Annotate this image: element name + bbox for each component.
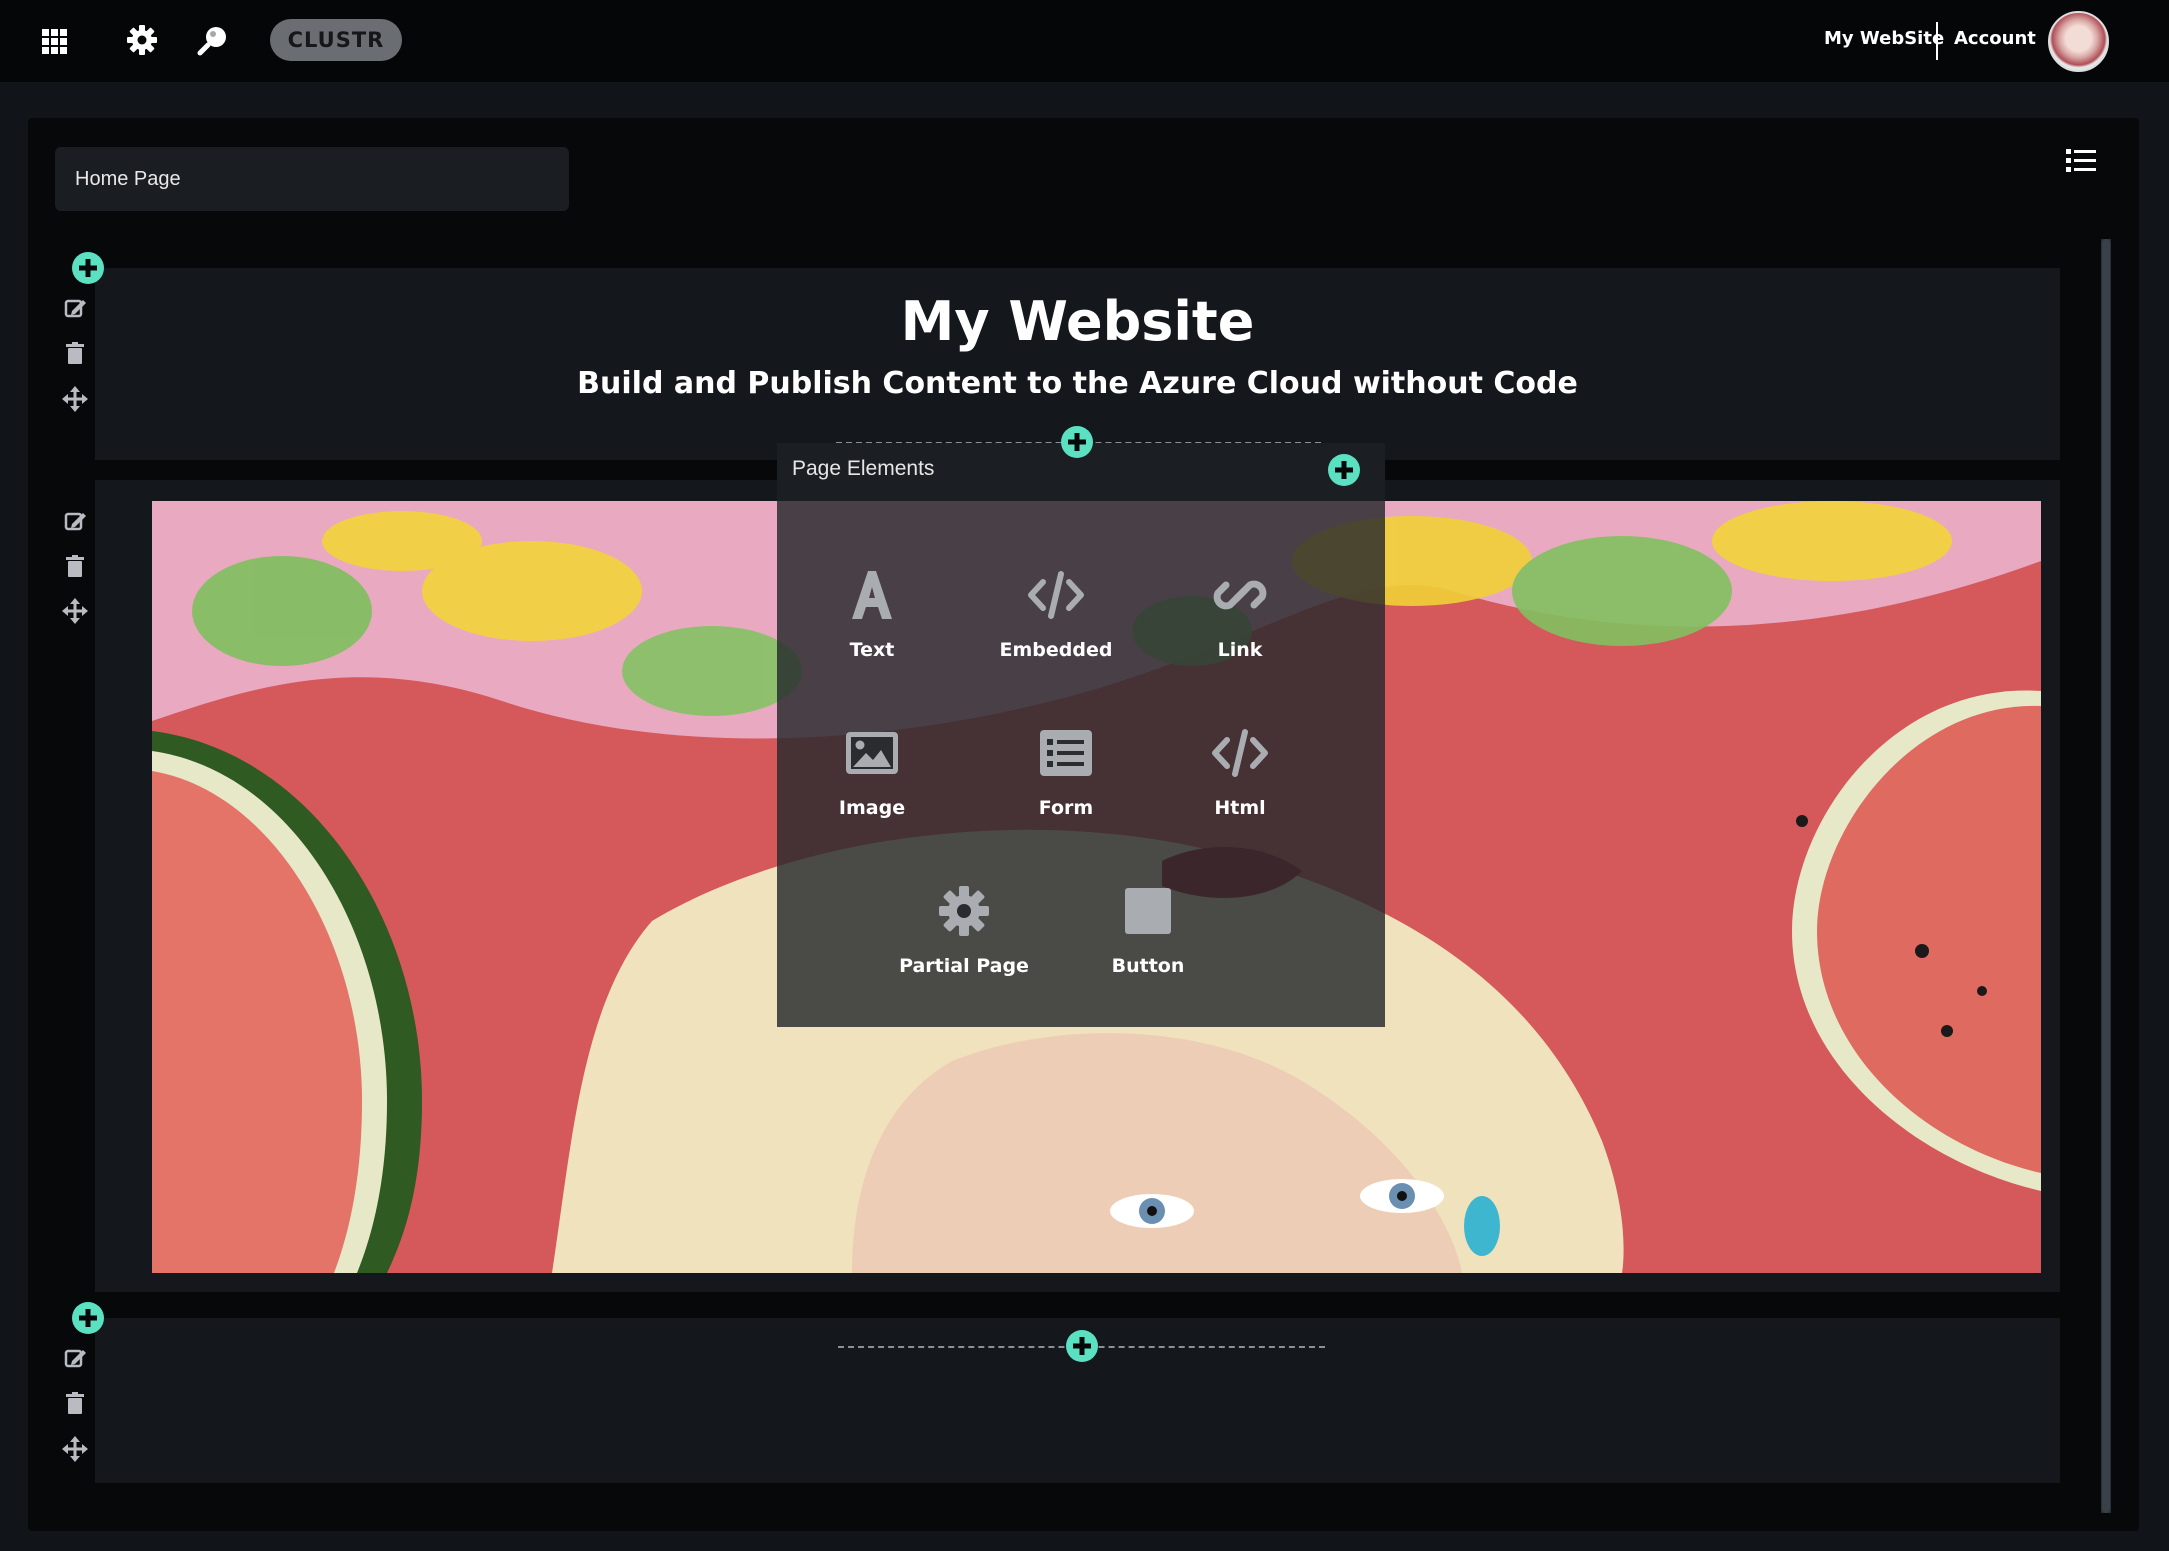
element-image[interactable]: Image	[787, 723, 957, 853]
account-link[interactable]: Account	[1954, 28, 2036, 49]
add-element-button[interactable]	[1060, 425, 1094, 459]
top-bar: CLUSTR My WebSite Account	[0, 0, 2169, 82]
delete-icon[interactable]	[61, 339, 89, 367]
element-label: Button	[1111, 955, 1185, 977]
element-label: Partial Page	[899, 955, 1029, 977]
element-partial-page[interactable]: Partial Page	[879, 881, 1049, 1011]
edit-icon[interactable]	[62, 294, 90, 322]
gear-icon	[934, 881, 994, 941]
gear-icon[interactable]	[122, 20, 162, 60]
code-icon	[1026, 565, 1086, 625]
delete-icon[interactable]	[61, 1389, 89, 1417]
brand-logo[interactable]: CLUSTR	[270, 19, 402, 61]
code-icon	[1210, 723, 1270, 783]
page-selector[interactable]: Home Page	[55, 147, 569, 211]
page-elements-panel: Text Embedded Link Image Form Html Parti…	[777, 501, 1385, 1027]
move-icon[interactable]	[61, 385, 89, 413]
element-label: Embedded	[999, 639, 1113, 661]
my-website-link[interactable]: My WebSite	[1824, 28, 1944, 49]
grid-icon[interactable]	[38, 20, 78, 60]
search-icon[interactable]	[193, 20, 233, 60]
element-button[interactable]: Button	[1063, 881, 1233, 1011]
scrollbar-thumb[interactable]	[2102, 239, 2110, 1513]
element-form[interactable]: Form	[981, 723, 1151, 853]
site-title[interactable]: My Website	[95, 290, 2060, 353]
image-icon	[842, 723, 902, 783]
add-section-button[interactable]	[71, 1301, 105, 1335]
add-element-button[interactable]	[1065, 1329, 1099, 1363]
element-embedded[interactable]: Embedded	[971, 565, 1141, 695]
list-icon[interactable]	[2064, 146, 2098, 176]
element-label: Html	[1214, 797, 1266, 819]
move-icon[interactable]	[61, 597, 89, 625]
divider	[1936, 22, 1938, 60]
element-label: Text	[849, 639, 895, 661]
add-element-button[interactable]	[1327, 453, 1361, 487]
page-elements-title: Page Elements	[792, 457, 935, 480]
element-label: Image	[838, 797, 906, 819]
site-subtitle[interactable]: Build and Publish Content to the Azure C…	[95, 366, 2060, 401]
edit-icon[interactable]	[62, 1344, 90, 1372]
element-html[interactable]: Html	[1155, 723, 1325, 853]
add-section-button[interactable]	[71, 251, 105, 285]
edit-icon[interactable]	[62, 507, 90, 535]
text-icon	[842, 565, 902, 625]
element-label: Link	[1217, 639, 1263, 661]
element-label: Form	[1038, 797, 1094, 819]
move-icon[interactable]	[61, 1435, 89, 1463]
delete-icon[interactable]	[61, 552, 89, 580]
avatar[interactable]	[2048, 11, 2109, 72]
square-icon	[1118, 881, 1178, 941]
element-link[interactable]: Link	[1155, 565, 1325, 695]
link-icon	[1210, 565, 1270, 625]
form-icon	[1036, 723, 1096, 783]
element-text[interactable]: Text	[787, 565, 957, 695]
